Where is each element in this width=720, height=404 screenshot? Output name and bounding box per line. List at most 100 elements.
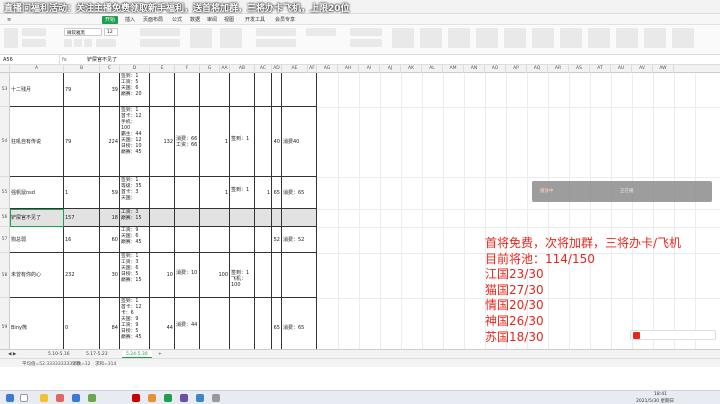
cell-b[interactable]: 0 [64, 298, 100, 349]
freeze-button[interactable] [588, 28, 610, 48]
cell-f[interactable] [175, 227, 200, 253]
file-menu[interactable]: ≡ [4, 16, 14, 24]
column-header[interactable]: AN [464, 65, 485, 73]
row-column-button[interactable] [532, 28, 554, 48]
conditional-format-button[interactable] [306, 28, 336, 36]
cell-name[interactable]: 铲屎官不见了 [10, 209, 64, 227]
app-icon[interactable] [88, 394, 96, 402]
paste-button[interactable] [4, 28, 18, 48]
tab-data[interactable]: 数据 [187, 16, 203, 24]
row-header[interactable]: 54 [0, 107, 10, 177]
merge-center-button[interactable] [190, 28, 212, 48]
column-header[interactable]: C [100, 65, 120, 73]
cell-d[interactable]: 签到：1 首卡：12 卡：6 天国：9 工资：9 日榜：5 巅赛：45 [120, 298, 150, 349]
cell-j[interactable]: 52 [272, 227, 282, 253]
cell-k[interactable]: 消费：52 [282, 227, 317, 253]
cell-j[interactable]: 65 [272, 177, 282, 209]
align-group-bottom[interactable] [140, 39, 180, 47]
cell-i[interactable] [255, 253, 272, 298]
cell-d[interactable]: 工资：9 天国：6 巅赛：45 [120, 227, 150, 253]
sheet-tab[interactable]: 5.10-5.16 [44, 351, 74, 358]
start-icon[interactable] [6, 394, 14, 402]
cell-h[interactable] [230, 73, 255, 107]
cell-f[interactable] [175, 177, 200, 209]
cell-c[interactable]: 59 [100, 177, 120, 209]
cell-c[interactable]: 30 [100, 253, 120, 298]
font-size-select[interactable]: 12 [104, 28, 118, 36]
row-header[interactable]: 59 [0, 298, 10, 349]
floating-panel[interactable]: 播放中 正在播 [532, 181, 712, 202]
cell-i[interactable] [255, 227, 272, 253]
font-name-select[interactable]: 微软雅黑 [64, 28, 102, 36]
column-header[interactable]: AA [220, 65, 230, 73]
cell-b[interactable]: 16 [64, 227, 100, 253]
number-format-buttons[interactable] [256, 39, 296, 47]
cell-c[interactable]: 84 [100, 298, 120, 349]
cell-c[interactable]: 224 [100, 107, 120, 177]
underline-button[interactable] [84, 39, 92, 47]
tab-home[interactable]: 开始 [102, 16, 119, 24]
cell-b[interactable]: 79 [64, 73, 100, 107]
cut-button[interactable] [22, 28, 46, 36]
cell-name[interactable]: 未曾有你的心 [10, 253, 64, 298]
fill-button[interactable] [476, 28, 498, 48]
column-header[interactable]: AI [359, 65, 380, 73]
sum-button[interactable] [392, 28, 414, 48]
cell-style-button[interactable] [350, 39, 382, 47]
row-header[interactable]: 53 [0, 73, 10, 107]
search-icon[interactable] [20, 394, 28, 402]
cell-k[interactable] [282, 73, 317, 107]
cell-k[interactable] [282, 253, 317, 298]
bold-button[interactable] [64, 39, 72, 47]
cell-d[interactable]: 签到：1 工资：3 天国：6 日榜：5 巅赛：15 [120, 253, 150, 298]
app-icon[interactable] [132, 394, 140, 402]
cell-d[interactable]: 签到：1 首卡：12 手机： 100 霸主：44 天国：12 日榜：10 巅赛：… [120, 107, 150, 177]
cell-g[interactable]: 100 [200, 253, 230, 298]
cell-name[interactable]: 狗总弱 [10, 227, 64, 253]
app-icon[interactable] [196, 394, 204, 402]
taskbar-clock[interactable]: 18:41 [654, 392, 667, 397]
column-header[interactable]: AP [506, 65, 527, 73]
row-header[interactable]: 55 [0, 177, 10, 209]
column-header[interactable]: B [64, 65, 100, 73]
column-header[interactable]: AS [569, 65, 590, 73]
cell-d[interactable]: 签到：1 工资：5 天国：6 巅赛：20 [120, 73, 150, 107]
sort-button[interactable] [448, 28, 470, 48]
app-icon[interactable] [56, 394, 64, 402]
cell-e[interactable] [150, 73, 175, 107]
add-sheet-button[interactable]: + [154, 351, 166, 358]
cell-c[interactable]: 60 [100, 227, 120, 253]
cell-e[interactable] [150, 227, 175, 253]
cell-e[interactable]: 132 [150, 107, 175, 177]
cell-name[interactable]: Biny熊 [10, 298, 64, 349]
cell-b[interactable]: 79 [64, 107, 100, 177]
column-header[interactable]: A [10, 65, 64, 73]
cell-k[interactable] [282, 209, 317, 227]
cell-i[interactable] [255, 107, 272, 177]
cell-g[interactable]: 1 [200, 107, 230, 177]
cell-i[interactable] [255, 73, 272, 107]
column-header[interactable]: AQ [527, 65, 548, 73]
cell-g[interactable] [200, 298, 230, 349]
find-button[interactable] [616, 28, 638, 48]
column-header[interactable]: AC [255, 65, 272, 73]
column-header[interactable]: AO [485, 65, 506, 73]
sheet-nav-arrows[interactable]: ◀ ▶ [4, 351, 20, 358]
cell-e[interactable]: 44 [150, 298, 175, 349]
taskbar-date[interactable]: 2021/5/30 星期日 [636, 398, 674, 404]
cell-j[interactable]: 40 [272, 107, 282, 177]
app-icon[interactable] [212, 394, 220, 402]
column-header[interactable]: AW [653, 65, 674, 73]
browser-icon[interactable] [72, 394, 80, 402]
cell-b[interactable]: 232 [64, 253, 100, 298]
column-header[interactable]: AT [590, 65, 611, 73]
tab-page-layout[interactable]: 页面布局 [140, 16, 166, 24]
column-header[interactable]: AV [632, 65, 653, 73]
cell-h[interactable]: 签到：1 飞机： 100 [230, 253, 255, 298]
cell-j[interactable] [272, 73, 282, 107]
symbol-button[interactable] [644, 28, 666, 48]
app-icon[interactable] [148, 394, 156, 402]
table-style-button[interactable] [350, 28, 382, 36]
column-header[interactable]: E [150, 65, 175, 73]
cell-j[interactable] [272, 209, 282, 227]
